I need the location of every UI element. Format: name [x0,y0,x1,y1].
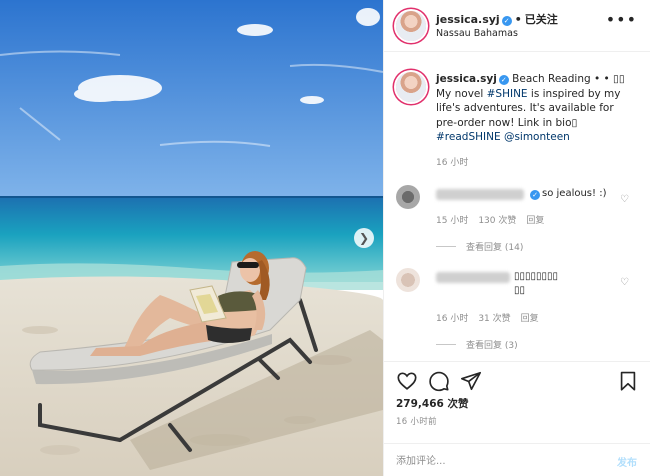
view-replies-label: 查看回复 (14) [466,243,524,253]
divider-line [436,246,456,247]
separator-dot: • [514,13,522,26]
view-replies-button[interactable]: 查看回复 (14) [436,240,523,253]
post-location[interactable]: Nassau Bahamas [436,28,518,39]
comment-reply-button[interactable]: 回复 [521,314,539,324]
commenter-avatar[interactable] [396,185,420,209]
likes-label: 次赞 [447,398,469,410]
author-avatar[interactable] [396,11,426,41]
commenter-username-blurred[interactable] [436,272,510,283]
post-side-panel: jessica.syj ✓ • 已关注 Nassau Bahamas ••• jess… [383,0,650,476]
more-horizontal-icon[interactable]: ••• [606,12,637,28]
post-actions: 279,466 次赞 16 小时前 [384,361,650,443]
comment-reply-button[interactable]: 回复 [526,216,544,226]
comment-like-heart-icon[interactable]: ♡ [620,195,629,205]
caption-text: jessica.syj ✓ Beach Reading • • ▯▯ My nov… [436,72,636,170]
beach-photo [0,0,383,476]
comment-text: so jealous! :) [542,188,607,199]
hashtag-shine[interactable]: #SHINE [487,88,528,100]
caption-separator: • • ▯▯ [593,73,625,85]
commenter-avatar[interactable] [396,268,420,292]
next-photo-button[interactable]: ❯ [354,228,374,248]
post-likes-count[interactable]: 279,466 次赞 [396,396,468,411]
commenter-username-blurred[interactable] [436,189,524,200]
verified-badge-icon: ✓ [530,190,540,200]
bookmark-icon[interactable] [617,370,639,392]
caption-body-start: My novel [436,87,487,100]
post-comment-button[interactable]: 发布 [617,454,637,469]
caption-avatar[interactable] [396,72,426,102]
comment-time: 16 小时 [436,314,469,324]
follow-status-button[interactable]: 已关注 [525,13,558,26]
comment-icon[interactable] [428,370,450,392]
comment-time: 15 小时 [436,216,469,226]
caption-time: 16 小时 [436,157,469,168]
view-replies-label: 查看回复 (3) [466,341,518,351]
author-line: jessica.syj ✓ • 已关注 [436,11,558,27]
likes-number: 279,466 [396,398,444,410]
mention-simonteen[interactable]: @simonteen [504,131,570,143]
post-timestamp: 16 小时前 [396,417,437,427]
share-icon[interactable] [460,370,482,392]
comment-input[interactable] [396,451,596,471]
divider-line [436,344,456,345]
comment-likes[interactable]: 130 次赞 [478,216,516,226]
author-username[interactable]: jessica.syj [436,13,500,26]
caption-username[interactable]: jessica.syj [436,73,497,85]
comment-meta: 15 小时 130 次赞 回复 [436,213,554,226]
view-replies-button[interactable]: 查看回复 (3) [436,338,518,351]
post-header: jessica.syj ✓ • 已关注 Nassau Bahamas ••• [384,0,650,52]
verified-badge-icon: ✓ [501,16,512,26]
hashtag-readshine[interactable]: #readSHINE [436,131,501,143]
instagram-post: ❯ jessica.syj ✓ • 已关注 Nassau Bahamas ••• je… [0,0,650,476]
verified-badge-icon: ✓ [498,75,509,85]
comment-text: ▯▯▯▯▯▯▯▯ ▯▯ [514,271,559,296]
comment-likes[interactable]: 31 次赞 [478,314,510,324]
heart-icon[interactable] [396,370,418,392]
chevron-right-icon: ❯ [358,231,370,245]
comment-like-heart-icon[interactable]: ♡ [620,278,629,288]
add-comment-bar: 发布 [384,443,650,476]
caption-location-tag: Beach Reading [512,73,591,85]
comment-meta: 16 小时 31 次赞 回复 [436,311,549,324]
post-photo[interactable]: ❯ [0,0,383,476]
